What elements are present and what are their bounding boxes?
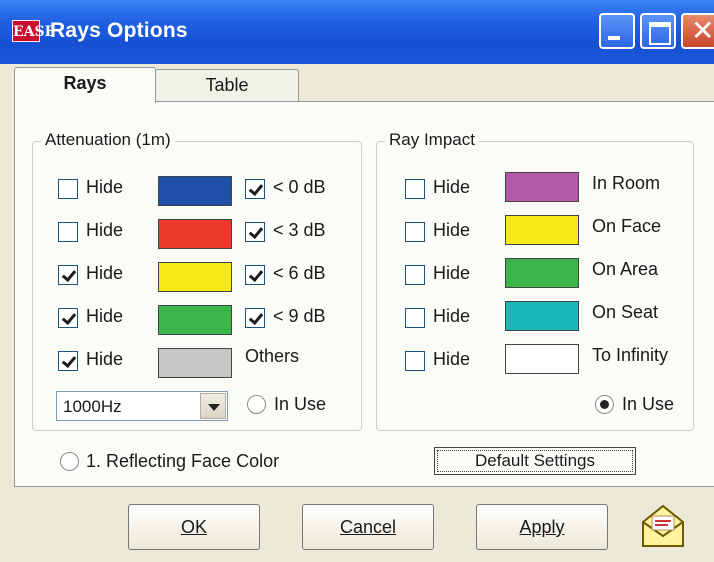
chevron-down-icon[interactable] — [200, 393, 226, 419]
attenuation-threshold-checkbox[interactable] — [245, 179, 265, 199]
cancel-button[interactable]: Cancel — [302, 504, 434, 550]
rays-options-window: EASE Rays Options ✕ Rays Table Attenuati… — [0, 0, 714, 562]
attenuation-hide-checkbox[interactable] — [58, 179, 78, 199]
attenuation-in-use-label: In Use — [274, 394, 327, 414]
attenuation-threshold-label: < 9 dB — [273, 306, 326, 326]
attenuation-color-swatch[interactable] — [158, 305, 232, 335]
ray-impact-hide-checkbox[interactable] — [405, 265, 425, 285]
ray-impact-type-label: To Infinity — [592, 345, 669, 365]
ray-impact-hide-label: Hide — [433, 220, 471, 240]
ray-impact-color-swatch[interactable] — [505, 258, 579, 288]
ray-impact-hide-checkbox[interactable] — [405, 308, 425, 328]
attenuation-hide-checkbox[interactable] — [58, 222, 78, 242]
ray-impact-color-swatch[interactable] — [505, 301, 579, 331]
ray-impact-type-label: On Seat — [592, 302, 659, 322]
ray-impact-hide-checkbox[interactable] — [405, 222, 425, 242]
ray-impact-hide-checkbox[interactable] — [405, 351, 425, 371]
attenuation-hide-label: Hide — [86, 306, 124, 326]
ray-impact-in-use-radio[interactable] — [595, 395, 614, 414]
attenuation-hide-checkbox[interactable] — [58, 351, 78, 371]
title-bar[interactable]: EASE Rays Options ✕ — [0, 0, 714, 64]
apply-button[interactable]: Apply — [476, 504, 608, 550]
ray-impact-color-swatch[interactable] — [505, 344, 579, 374]
ray-impact-color-swatch[interactable] — [505, 215, 579, 245]
ok-button-label: OK — [180, 517, 207, 537]
apply-button-label: Apply — [519, 517, 565, 537]
envelope-icon[interactable] — [640, 502, 686, 550]
maximize-button[interactable] — [640, 13, 676, 49]
ray-impact-in-use-label: In Use — [622, 394, 675, 414]
default-settings-button[interactable]: Default Settings — [434, 447, 636, 475]
ray-impact-type-label: On Face — [592, 216, 662, 236]
attenuation-threshold-label: < 3 dB — [273, 220, 326, 240]
ray-impact-hide-label: Hide — [433, 177, 471, 197]
attenuation-threshold-checkbox[interactable] — [245, 265, 265, 285]
ray-impact-color-swatch[interactable] — [505, 172, 579, 202]
minimize-button[interactable] — [599, 13, 635, 49]
frequency-select[interactable]: 1000Hz — [56, 391, 228, 421]
reflecting-face-color-label: 1. Reflecting Face Color — [86, 451, 280, 471]
attenuation-threshold-label: < 6 dB — [273, 263, 326, 283]
attenuation-hide-label: Hide — [86, 177, 124, 197]
attenuation-in-use-radio[interactable] — [247, 395, 266, 414]
attenuation-hide-label: Hide — [86, 263, 124, 283]
window-title: Rays Options — [50, 19, 188, 42]
attenuation-hide-checkbox[interactable] — [58, 265, 78, 285]
ray-impact-hide-checkbox[interactable] — [405, 179, 425, 199]
cancel-button-label: Cancel — [339, 517, 397, 537]
frequency-value: 1000Hz — [63, 397, 122, 416]
close-button[interactable]: ✕ — [681, 13, 714, 49]
tab-rays[interactable]: Rays — [14, 67, 156, 103]
ray-impact-type-label: In Room — [592, 173, 661, 193]
attenuation-color-swatch[interactable] — [158, 348, 232, 378]
ok-button[interactable]: OK — [128, 504, 260, 550]
attenuation-hide-label: Hide — [86, 349, 124, 369]
attenuation-threshold-label: < 0 dB — [273, 177, 326, 197]
attenuation-threshold-checkbox[interactable] — [245, 222, 265, 242]
ray-impact-hide-label: Hide — [433, 263, 471, 283]
ray-impact-hide-label: Hide — [433, 349, 471, 369]
attenuation-hide-checkbox[interactable] — [58, 308, 78, 328]
ray-impact-hide-label: Hide — [433, 306, 471, 326]
attenuation-color-swatch[interactable] — [158, 219, 232, 249]
reflecting-face-color-radio[interactable] — [60, 452, 79, 471]
attenuation-threshold-checkbox[interactable] — [245, 308, 265, 328]
tab-table[interactable]: Table — [155, 69, 299, 102]
close-icon: ✕ — [691, 15, 714, 46]
app-logo-icon: EASE — [12, 20, 55, 42]
attenuation-group-title: Attenuation (1m) — [41, 130, 175, 150]
attenuation-color-swatch[interactable] — [158, 176, 232, 206]
attenuation-hide-label: Hide — [86, 220, 124, 240]
ray-impact-type-label: On Area — [592, 259, 659, 279]
ray-impact-group-title: Ray Impact — [385, 130, 479, 150]
attenuation-color-swatch[interactable] — [158, 262, 232, 292]
attenuation-others-label: Others — [245, 346, 300, 366]
